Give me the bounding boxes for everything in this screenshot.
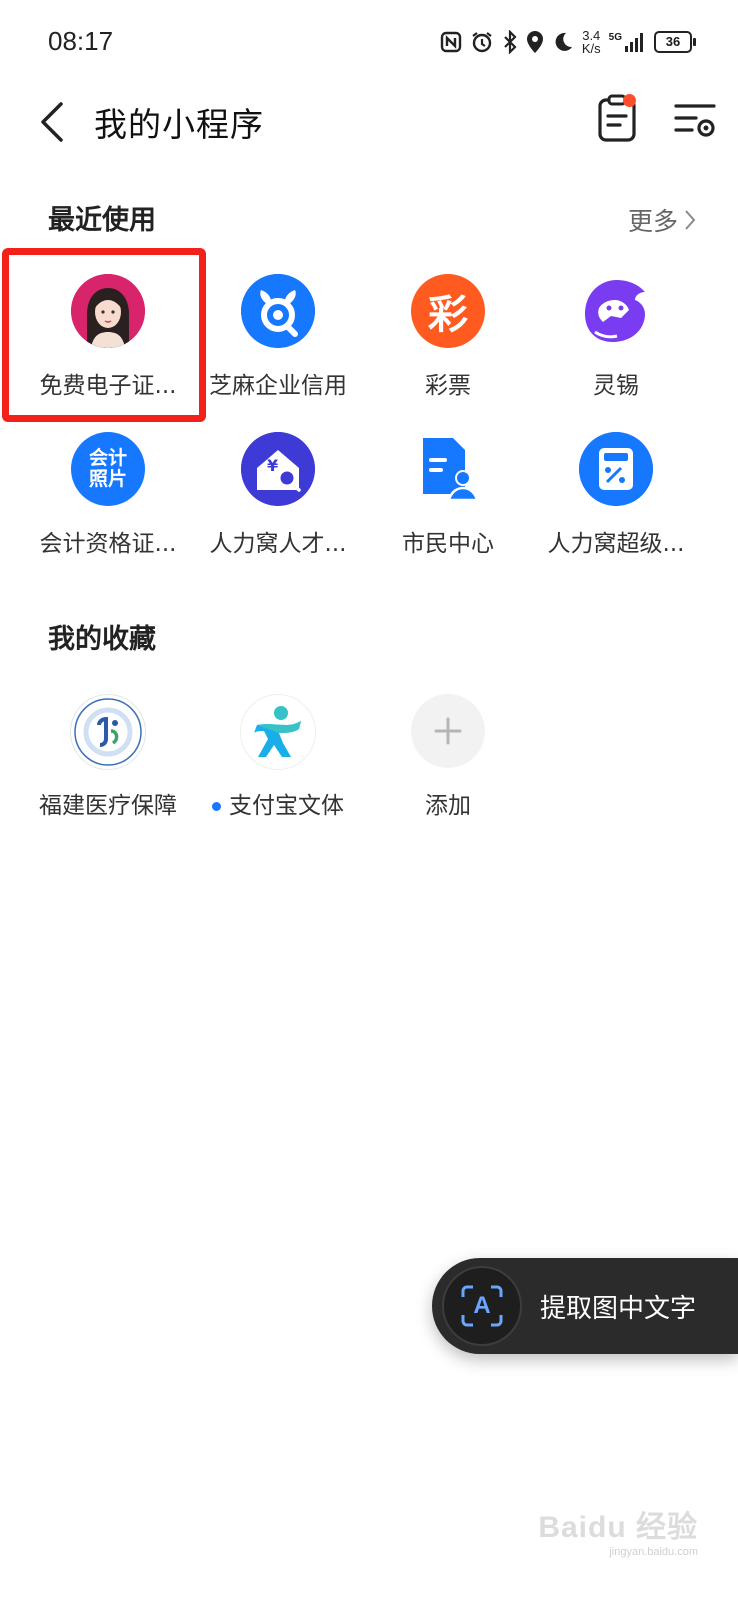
plus-icon [411,694,485,768]
fujian-medical-icon [70,694,146,770]
network-speed: 3.4 K/s [581,28,601,56]
signal-icon: 5G [609,32,646,52]
more-link[interactable]: 更多 [628,202,696,238]
app-label: 芝麻企业信用 [209,373,347,399]
alarm-icon [470,30,494,54]
accounting-photo-icon: 会计 照片 [71,432,145,506]
lottery-icon: 彩 [411,274,485,348]
records-button[interactable] [594,92,642,144]
app-label: 彩票 [425,373,471,399]
bluetooth-icon [502,30,518,54]
app-label: 会计资格证... [39,531,177,557]
recent-section-title: 最近使用 [48,205,156,236]
chevron-left-icon [41,102,63,142]
unread-dot [212,802,221,811]
manage-button[interactable] [672,96,720,144]
extract-text-label: 提取图中文字 [540,1294,697,1324]
recent-app-lingxi[interactable]: 灵锡 [530,274,702,414]
chevron-right-icon [685,210,696,230]
status-time: 08:17 [48,26,114,56]
app-label: 人力窝超级... [547,531,685,557]
favorite-app-fujian-medical[interactable]: 福建医疗保障 [22,694,194,834]
running-man-icon [240,694,316,770]
citizen-center-icon [411,432,485,506]
favorites-section-title: 我的收藏 [48,624,156,655]
list-settings-icon [674,104,716,137]
text-scan-icon: A [442,1266,522,1346]
location-icon [526,30,544,54]
lingxi-icon [579,274,653,348]
app-label: 添加 [425,793,471,819]
nfc-icon [440,31,462,53]
app-label: 人力窝人才... [209,531,347,557]
recent-app-zhima[interactable]: 芝麻企业信用 [192,274,364,414]
app-label: 支付宝文体 [192,786,364,820]
app-label: 市民中心 [402,531,494,557]
recent-app-renliwo-talent[interactable]: ¥ 人力窝人才... [192,432,364,572]
calculator-icon [579,432,653,506]
recent-app-renliwo-super[interactable]: 人力窝超级... [530,432,702,572]
app-label: 灵锡 [593,373,639,399]
house-search-icon: ¥ [241,432,315,506]
highlight-annotation [2,248,206,422]
back-button[interactable] [30,94,74,150]
page-title: 我的小程序 [94,105,264,144]
favorite-app-alipay-sports[interactable]: 支付宝文体 [192,694,364,834]
status-icons: 3.4 K/s 5G 36 [440,22,696,62]
top-nav: 我的小程序 [0,86,738,158]
add-favorite-button[interactable]: 添加 [362,694,534,834]
recent-app-lottery[interactable]: 彩 彩票 [362,274,534,414]
battery-icon: 36 [654,31,696,53]
extract-text-button[interactable]: A 提取图中文字 [432,1258,738,1354]
status-bar: 08:17 3.4 K/s 5G 36 [0,0,738,86]
app-label: 福建医疗保障 [39,793,177,819]
recent-app-citizen-center[interactable]: 市民中心 [362,432,534,572]
moon-icon [552,31,574,53]
notification-dot [623,94,636,107]
zhima-credit-icon [241,274,315,348]
recent-app-accounting[interactable]: 会计 照片 会计资格证... [22,432,194,572]
watermark: Baidu 经验 jingyan.baidu.com [538,1511,698,1558]
